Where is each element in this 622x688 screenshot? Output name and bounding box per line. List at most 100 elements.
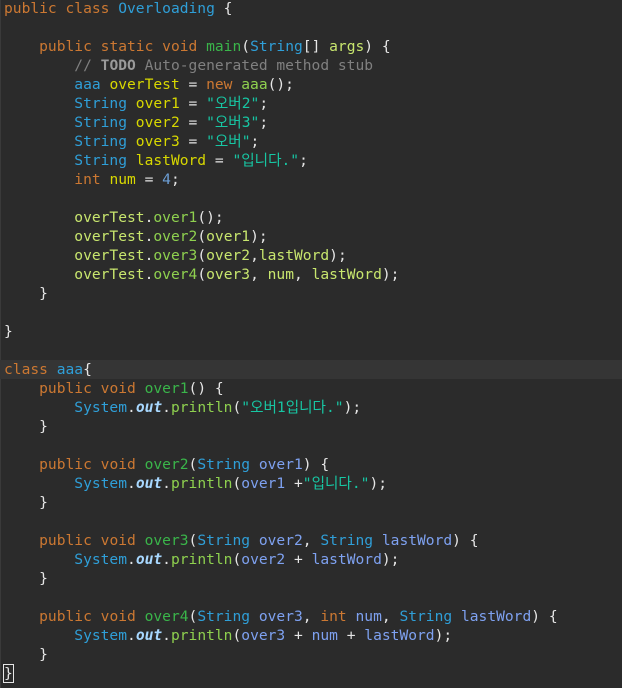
code-token: out xyxy=(135,551,163,568)
code-line[interactable] xyxy=(4,341,622,360)
code-token: String xyxy=(320,532,382,549)
code-token: , xyxy=(250,266,268,283)
code-token: System xyxy=(4,475,128,492)
code-token: ); xyxy=(369,475,388,492)
code-line[interactable]: } xyxy=(4,417,622,436)
code-line[interactable]: class aaa{ xyxy=(0,360,622,379)
code-line[interactable]: } xyxy=(4,284,622,303)
code-token: TODO xyxy=(100,57,136,74)
code-token: over3 xyxy=(135,133,180,150)
code-token: lastWord xyxy=(460,608,532,625)
code-token: over1 xyxy=(241,475,286,492)
code-line[interactable]: int num = 4; xyxy=(4,170,622,189)
code-token: out xyxy=(135,627,163,644)
code-token: overTest xyxy=(4,209,145,226)
code-token: over2 xyxy=(153,228,198,245)
code-token: + xyxy=(285,551,312,568)
code-line[interactable]: } xyxy=(4,645,622,664)
code-line[interactable]: public void over3(String over2, String l… xyxy=(4,531,622,550)
code-token: . xyxy=(162,551,171,568)
code-line[interactable]: aaa overTest = new aaa(); xyxy=(4,75,622,94)
code-token: class xyxy=(4,361,57,378)
code-token: } xyxy=(4,570,48,587)
code-line[interactable]: public static void main(String[] args) { xyxy=(4,37,622,56)
code-token: . xyxy=(127,551,136,568)
code-line[interactable]: System.out.println(over1 +"입니다."); xyxy=(4,474,622,493)
code-token: String xyxy=(399,608,461,625)
code-line[interactable] xyxy=(4,436,622,455)
code-line[interactable]: // TODO Auto-generated method stub xyxy=(4,56,622,75)
code-token: "입니다." xyxy=(302,475,370,492)
code-token: ; xyxy=(170,171,180,188)
code-token: over4 xyxy=(144,608,189,625)
editor-gutter xyxy=(0,0,1,688)
code-token: public xyxy=(4,532,101,549)
code-token: ( xyxy=(197,247,207,264)
code-token: ) { xyxy=(452,532,479,549)
code-token: over1 xyxy=(206,228,251,245)
code-token: ); xyxy=(343,399,362,416)
code-line[interactable]: overTest.over3(over2,lastWord); xyxy=(4,246,622,265)
code-token: over2 xyxy=(206,247,251,264)
code-token: + xyxy=(285,627,312,644)
code-token: over3 xyxy=(258,608,303,625)
code-token: ( xyxy=(232,551,242,568)
code-line[interactable]: } xyxy=(4,493,622,512)
code-token: num xyxy=(311,627,338,644)
code-line[interactable]: } xyxy=(3,664,622,683)
code-line[interactable] xyxy=(4,18,622,37)
code-token: ( xyxy=(241,38,251,55)
code-line[interactable]: overTest.over4(over3, num, lastWord); xyxy=(4,265,622,284)
code-token: aaa xyxy=(241,76,268,93)
code-token: = xyxy=(179,133,207,150)
code-token: , xyxy=(250,247,259,264)
code-editor[interactable]: public class Overloading { public static… xyxy=(0,0,622,683)
code-line[interactable]: overTest.over2(over1); xyxy=(4,227,622,246)
code-token: void xyxy=(162,38,207,55)
code-line[interactable]: System.out.println(over2 + lastWord); xyxy=(4,550,622,569)
code-line[interactable] xyxy=(4,303,622,322)
code-line[interactable]: System.out.println(over3 + num + lastWor… xyxy=(4,626,622,645)
code-line[interactable]: } xyxy=(4,569,622,588)
code-token: , xyxy=(302,608,321,625)
code-token: ); xyxy=(381,266,400,283)
code-line[interactable]: public class Overloading { xyxy=(4,0,622,18)
code-line[interactable]: String lastWord = "입니다."; xyxy=(4,151,622,170)
code-line[interactable] xyxy=(4,189,622,208)
code-line[interactable]: overTest.over1(); xyxy=(4,208,622,227)
code-line[interactable]: public void over4(String over3, int num,… xyxy=(4,607,622,626)
code-token: ( xyxy=(188,456,198,473)
code-token: ) { xyxy=(302,456,330,473)
code-line[interactable]: String over2 = "오버3"; xyxy=(4,113,622,132)
code-token: over3 xyxy=(206,266,251,283)
code-token: out xyxy=(135,475,163,492)
code-token: overTest xyxy=(4,247,145,264)
code-line[interactable]: public void over1() { xyxy=(4,379,622,398)
code-token: "오버" xyxy=(206,133,251,150)
code-token: String xyxy=(4,152,136,169)
code-token: over2 xyxy=(135,114,180,131)
code-token: int xyxy=(4,171,110,188)
code-line[interactable]: String over3 = "오버"; xyxy=(4,132,622,151)
code-line[interactable]: public void over2(String over1) { xyxy=(4,455,622,474)
code-token: over1 xyxy=(144,380,189,397)
code-token: String xyxy=(4,95,136,112)
code-token: ) { xyxy=(364,38,391,55)
code-line[interactable]: String over1 = "오버2"; xyxy=(4,94,622,113)
code-line[interactable] xyxy=(4,512,622,531)
code-token: lastWord xyxy=(364,627,435,644)
code-token: out xyxy=(135,399,163,416)
code-token: new xyxy=(206,76,242,93)
code-token: void xyxy=(100,380,145,397)
code-token: over4 xyxy=(153,266,198,283)
code-token: static xyxy=(100,38,163,55)
code-token: ( xyxy=(188,532,198,549)
code-line[interactable]: System.out.println("오버1입니다."); xyxy=(4,398,622,417)
code-token: "오버3" xyxy=(206,114,260,131)
code-token: class xyxy=(65,0,119,17)
code-token: (); xyxy=(197,209,224,226)
code-token: ) { xyxy=(531,608,558,625)
code-token: } xyxy=(4,646,48,663)
code-line[interactable]: } xyxy=(4,322,622,341)
code-line[interactable] xyxy=(4,588,622,607)
